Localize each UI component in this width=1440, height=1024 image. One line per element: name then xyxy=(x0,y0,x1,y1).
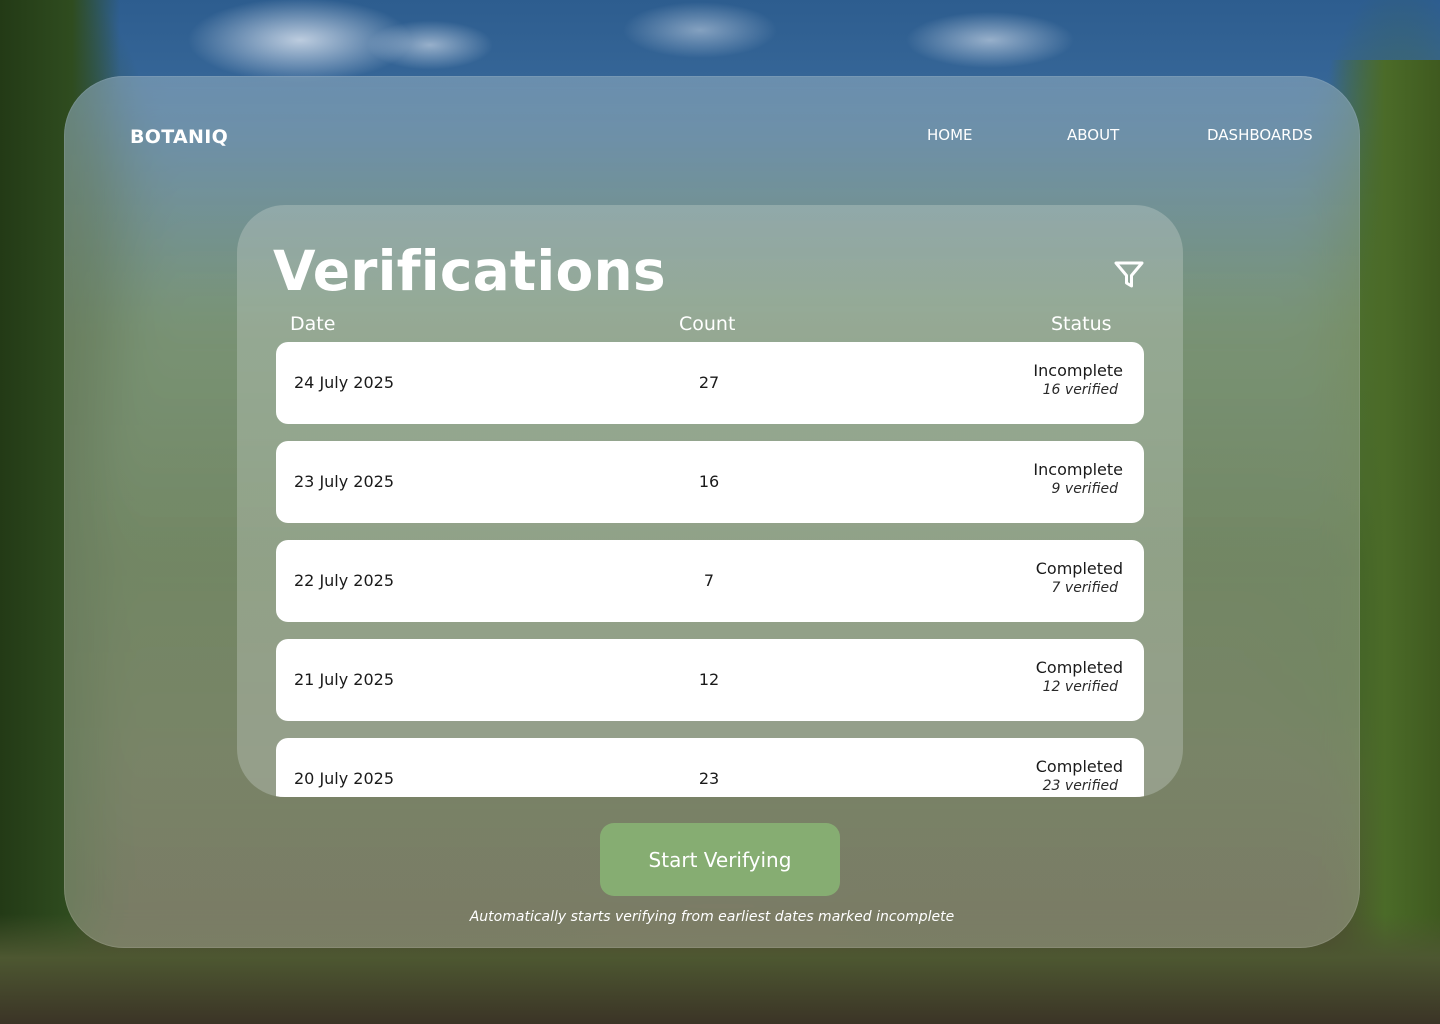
verified-count: 23 verified xyxy=(1042,778,1118,794)
nav-dashboards-link[interactable]: DASHBOARDS xyxy=(1207,126,1313,144)
verifications-card: Verifications Date Count Status 24 July … xyxy=(237,205,1183,797)
column-header-status[interactable]: Status xyxy=(1051,313,1112,335)
verified-count: 12 verified xyxy=(1042,679,1118,695)
row-date: 21 July 2025 xyxy=(294,670,395,689)
verification-row[interactable]: 23 July 2025 16 Incomplete 9 verified xyxy=(276,441,1144,523)
row-date: 24 July 2025 xyxy=(294,373,395,392)
row-count: 12 xyxy=(698,670,720,689)
start-verifying-button[interactable]: Start Verifying xyxy=(600,823,840,896)
verified-count: 7 verified xyxy=(1051,580,1118,596)
status-label: Completed xyxy=(1035,658,1123,677)
verified-count: 16 verified xyxy=(1042,382,1118,398)
row-date: 23 July 2025 xyxy=(294,472,395,491)
row-date: 22 July 2025 xyxy=(294,571,395,590)
row-count: 16 xyxy=(698,472,720,491)
row-status: Completed 7 verified xyxy=(1036,559,1123,596)
filter-button[interactable] xyxy=(1113,259,1145,291)
nav-home-link[interactable]: HOME xyxy=(927,126,973,144)
status-label: Incomplete xyxy=(1033,460,1123,479)
column-header-count[interactable]: Count xyxy=(679,313,735,335)
row-count: 23 xyxy=(698,769,720,788)
row-status: Completed 23 verified xyxy=(1036,757,1123,794)
start-verifying-note: Automatically starts verifying from earl… xyxy=(469,909,955,925)
verification-row[interactable]: 21 July 2025 12 Completed 12 verified xyxy=(276,639,1144,721)
row-count: 7 xyxy=(703,571,715,590)
column-header-date[interactable]: Date xyxy=(290,313,335,335)
row-status: Incomplete 9 verified xyxy=(1033,460,1123,497)
status-label: Incomplete xyxy=(1033,361,1123,380)
row-date: 20 July 2025 xyxy=(294,769,395,788)
status-label: Completed xyxy=(1035,757,1123,776)
row-count: 27 xyxy=(698,373,720,392)
brand-logo[interactable]: BOTANIQ xyxy=(130,126,228,148)
verification-list[interactable]: 24 July 2025 27 Incomplete 16 verified 2… xyxy=(276,342,1144,797)
verified-count: 9 verified xyxy=(1051,481,1118,497)
verification-row[interactable]: 20 July 2025 23 Completed 23 verified xyxy=(276,738,1144,797)
status-label: Completed xyxy=(1035,559,1123,578)
nav-about-link[interactable]: ABOUT xyxy=(1067,126,1119,144)
filter-icon xyxy=(1114,261,1144,288)
row-status: Completed 12 verified xyxy=(1036,658,1123,695)
row-status: Incomplete 16 verified xyxy=(1033,361,1123,398)
verification-row[interactable]: 22 July 2025 7 Completed 7 verified xyxy=(276,540,1144,622)
main-panel: BOTANIQ HOME ABOUT DASHBOARDS Verificati… xyxy=(64,76,1360,948)
page-title: Verifications xyxy=(273,239,666,303)
verification-row[interactable]: 24 July 2025 27 Incomplete 16 verified xyxy=(276,342,1144,424)
